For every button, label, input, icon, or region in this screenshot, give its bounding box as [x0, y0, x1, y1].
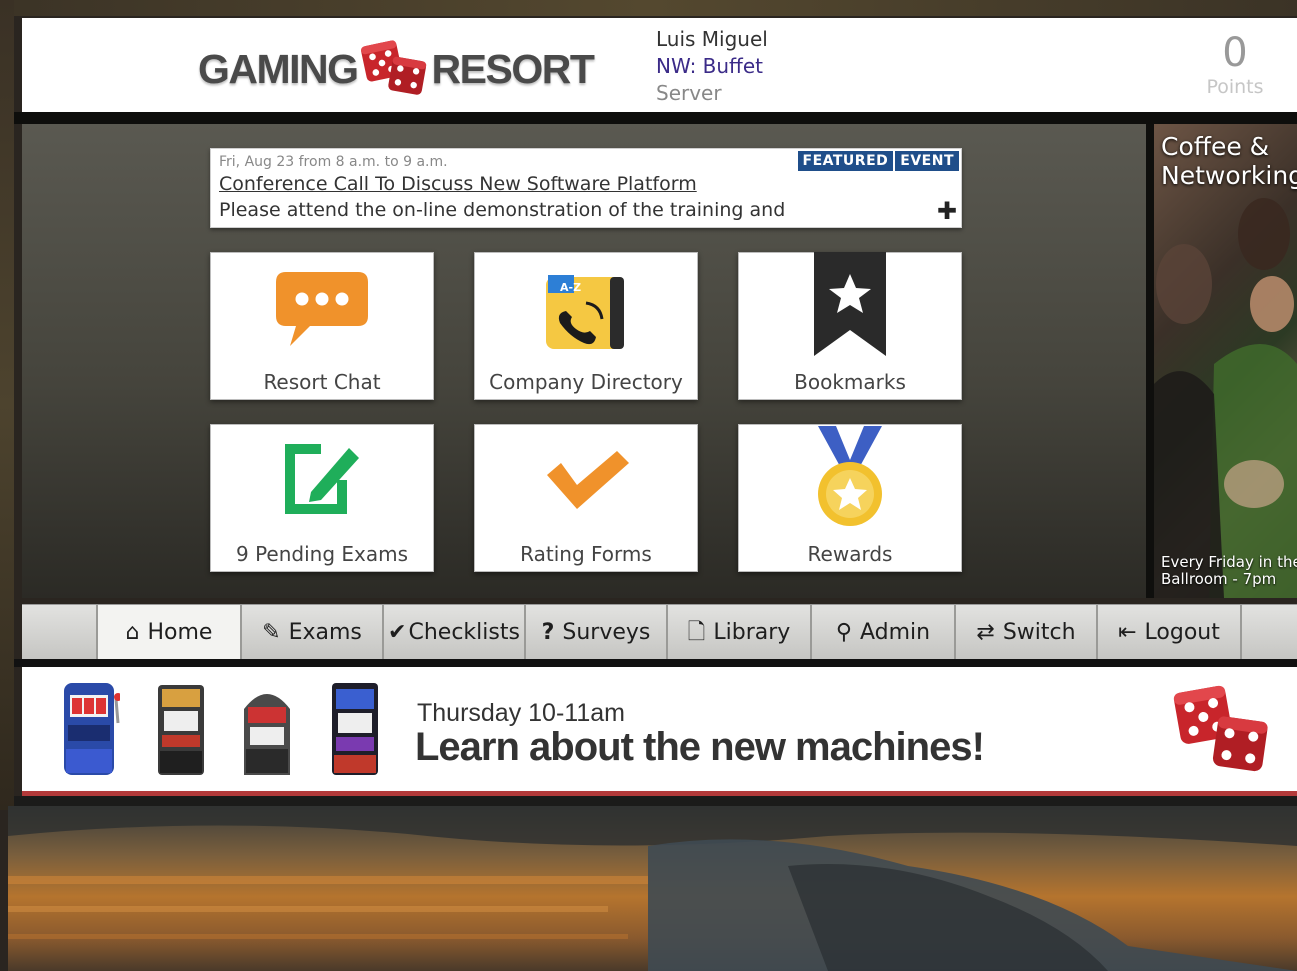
edit-icon: ✎: [262, 619, 281, 645]
logout-icon: ⇤: [1118, 619, 1137, 645]
logo-word-right: RESORT: [431, 45, 595, 92]
tile-company-directory[interactable]: A-Z Company Directory: [474, 252, 698, 400]
banner-shadow: [14, 796, 1297, 806]
points-counter: 0 Points: [1195, 30, 1275, 98]
tile-label-resort-chat: Resort Chat: [263, 370, 381, 394]
document-icon: 🗋: [687, 619, 706, 645]
nav-switch[interactable]: ⇄ Switch: [956, 605, 1098, 660]
bookmark-star-icon: [739, 252, 961, 363]
nav-label-library: Library: [713, 620, 791, 645]
outer-frame-left: [0, 0, 14, 810]
tile-rating-forms[interactable]: Rating Forms: [474, 424, 698, 572]
banner-subtitle: Thursday 10-11am: [417, 699, 625, 727]
tile-label-rewards: Rewards: [807, 542, 893, 566]
nav-home[interactable]: ⌂ Home: [98, 605, 242, 660]
nav-spacer: [22, 605, 98, 660]
outer-frame-top: [0, 0, 1297, 16]
tile-bookmarks[interactable]: Bookmarks: [738, 252, 962, 400]
user-name: Luis Miguel: [656, 27, 768, 51]
nav-surveys[interactable]: ? Surveys: [526, 605, 668, 660]
nav-admin[interactable]: ⚲ Admin: [812, 605, 956, 660]
points-value: 0: [1222, 30, 1248, 76]
promo-title-line-2: Networking: [1161, 161, 1297, 190]
tile-label-bookmarks: Bookmarks: [794, 370, 906, 394]
nav-exams[interactable]: ✎ Exams: [242, 605, 384, 660]
home-icon: ⌂: [125, 619, 140, 645]
directory-badge: A-Z: [560, 281, 582, 294]
swap-icon: ⇄: [976, 619, 995, 645]
tile-rewards[interactable]: Rewards: [738, 424, 962, 572]
tile-label-rating-forms: Rating Forms: [520, 542, 652, 566]
medal-icon: [739, 425, 961, 535]
slot-machine-icon: [332, 683, 378, 775]
gaming-resort-logo[interactable]: GAMING RESORT: [198, 34, 595, 104]
tile-label-company-directory: Company Directory: [489, 370, 683, 394]
nav-label-logout: Logout: [1144, 620, 1220, 645]
edit-pencil-icon: [211, 425, 433, 535]
slot-machine-icon: [64, 683, 120, 775]
event-description: Please attend the on-line demonstration …: [219, 199, 786, 221]
expand-plus-icon[interactable]: ✚: [937, 197, 957, 225]
panel-divider: [1146, 124, 1154, 598]
dice-icon: [1173, 685, 1268, 772]
nav-checklists[interactable]: ✔ Checklists: [384, 605, 526, 660]
promo-caption-line-1: Every Friday in the: [1161, 553, 1297, 571]
tile-resort-chat[interactable]: Resort Chat: [210, 252, 434, 400]
user-location-link[interactable]: NW: Buffet: [656, 53, 768, 80]
chat-bubble-icon: [211, 253, 433, 363]
checkmark-icon: [475, 425, 697, 535]
nav-logout[interactable]: ⇤ Logout: [1098, 605, 1242, 660]
header-divider: [14, 112, 1297, 124]
promo-caption-line-2: Ballroom - 7pm: [1161, 570, 1277, 588]
tile-pending-exams[interactable]: 9 Pending Exams: [210, 424, 434, 572]
promo-photo: [1154, 198, 1297, 598]
featured-event-card[interactable]: Fri, Aug 23 from 8 a.m. to 9 a.m. FEATUR…: [210, 148, 962, 228]
tile-label-pending-exams: 9 Pending Exams: [235, 542, 409, 566]
promo-title-line-1: Coffee &: [1161, 132, 1270, 161]
key-icon: ⚲: [835, 619, 852, 645]
nav-label-home: Home: [147, 620, 213, 645]
header: GAMING RESORT Luis Miguel NW: Buffet Ser…: [22, 18, 1297, 112]
nav-library[interactable]: 🗋 Library: [668, 605, 812, 660]
banner-headline: Learn about the new machines!: [415, 725, 985, 769]
user-role: Server: [656, 81, 722, 105]
dice-logo-icon: [360, 40, 426, 95]
nav-divider: [14, 659, 1297, 667]
machines-banner[interactable]: Thursday 10-11am Learn about the new mac…: [22, 667, 1297, 791]
slot-machine-icon: [158, 685, 204, 775]
slot-machine-icon: [244, 694, 290, 775]
background-lake-image: [8, 806, 1297, 971]
featured-badge: FEATURED: [797, 151, 894, 171]
nav-label-exams: Exams: [288, 620, 362, 645]
user-info: Luis Miguel NW: Buffet Server: [656, 26, 768, 107]
nav-label-surveys: Surveys: [562, 620, 651, 645]
nav-label-admin: Admin: [860, 620, 931, 645]
nav-label-checklists: Checklists: [408, 620, 520, 645]
points-label: Points: [1206, 76, 1264, 98]
event-date: Fri, Aug 23 from 8 a.m. to 9 a.m.: [219, 154, 448, 170]
event-badge: EVENT: [895, 151, 959, 171]
phone-directory-icon: A-Z: [475, 253, 697, 363]
event-badges: FEATURED EVENT: [797, 151, 959, 171]
promo-coffee-networking[interactable]: Coffee & Networking Every Friday in the …: [1154, 124, 1297, 598]
question-icon: ?: [541, 619, 555, 645]
main-nav: ⌂ Home ✎ Exams ✔ Checklists ? Surveys 🗋 …: [22, 604, 1297, 660]
nav-label-switch: Switch: [1002, 620, 1076, 645]
check-icon: ✔: [388, 619, 407, 645]
promo-title: Coffee & Networking: [1161, 132, 1297, 190]
promo-caption: Every Friday in the Ballroom - 7pm: [1161, 554, 1297, 588]
event-title-link[interactable]: Conference Call To Discuss New Software …: [219, 173, 697, 195]
logo-word-left: GAMING: [198, 45, 359, 92]
